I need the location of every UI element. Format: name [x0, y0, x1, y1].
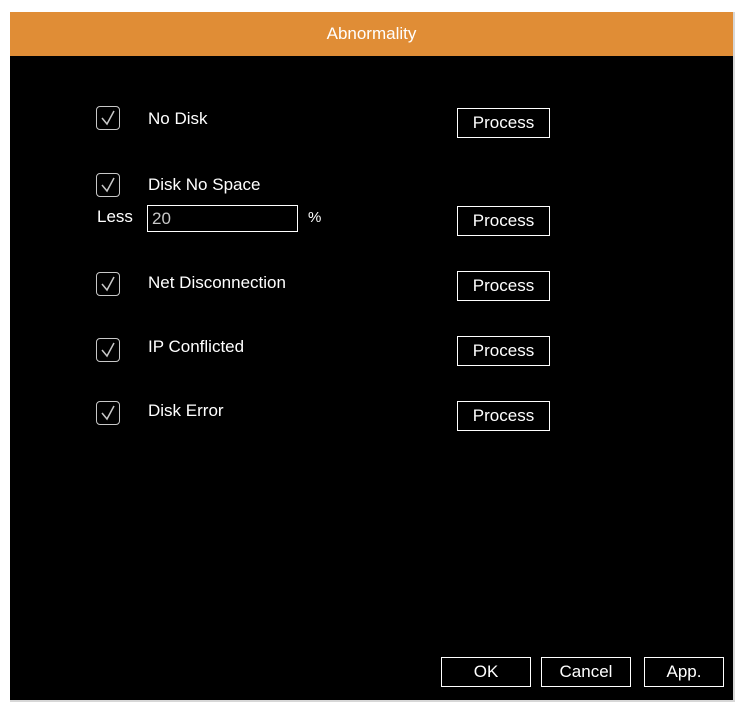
- checkmark-icon: [101, 177, 115, 193]
- less-label: Less: [97, 207, 133, 226]
- disk-space-threshold-input[interactable]: 20: [147, 205, 298, 232]
- percent-unit: %: [308, 209, 322, 226]
- checkmark-icon: [101, 342, 115, 358]
- ok-button[interactable]: OK: [441, 657, 531, 687]
- checkmark-icon: [101, 405, 115, 421]
- disk-error-checkbox[interactable]: [96, 401, 120, 425]
- disk-no-space-label: Disk No Space: [148, 175, 261, 194]
- net-disconnection-label: Net Disconnection: [148, 273, 286, 292]
- checkmark-icon: [101, 110, 115, 126]
- ip-conflicted-label: IP Conflicted: [148, 337, 245, 356]
- disk-no-space-process-button[interactable]: Process: [457, 206, 550, 236]
- net-disconnection-checkbox[interactable]: [96, 272, 120, 296]
- cancel-button[interactable]: Cancel: [541, 657, 631, 687]
- disk-error-process-button[interactable]: Process: [457, 401, 550, 431]
- no-disk-process-button[interactable]: Process: [457, 108, 550, 138]
- ip-conflicted-process-button[interactable]: Process: [457, 336, 550, 366]
- no-disk-checkbox[interactable]: [96, 106, 120, 130]
- apply-button[interactable]: App.: [644, 657, 724, 687]
- net-disconnection-process-button[interactable]: Process: [457, 271, 550, 301]
- ip-conflicted-checkbox[interactable]: [96, 338, 120, 362]
- checkmark-icon: [101, 276, 115, 292]
- abnormality-dialog: Abnormality No Disk Process Disk No Spac…: [10, 12, 735, 702]
- no-disk-label: No Disk: [148, 109, 208, 128]
- disk-error-label: Disk Error: [148, 401, 224, 420]
- dialog-content: No Disk Process Disk No Space Less 20 % …: [10, 56, 733, 702]
- dialog-title: Abnormality: [10, 12, 733, 56]
- disk-no-space-checkbox[interactable]: [96, 173, 120, 197]
